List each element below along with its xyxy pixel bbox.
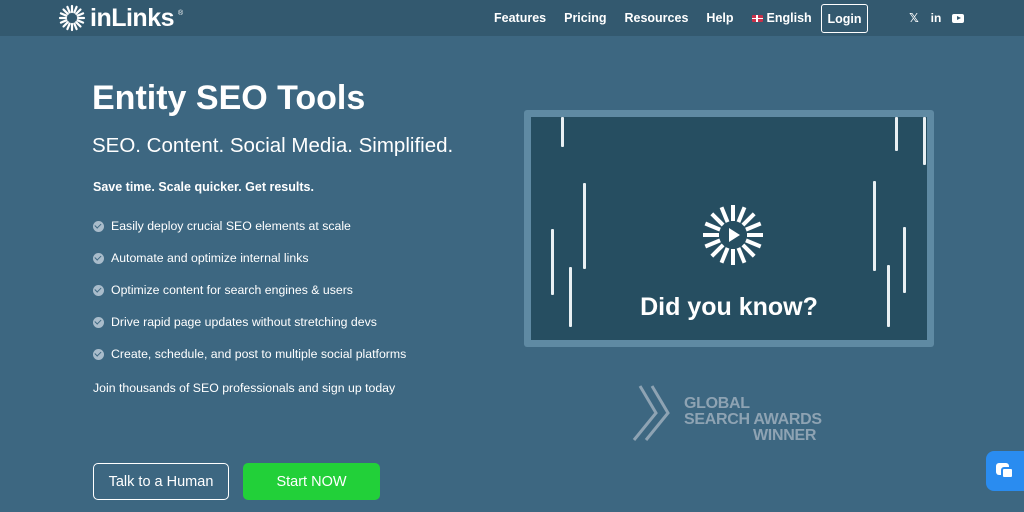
start-now-button[interactable]: Start NOW (243, 463, 380, 500)
nav-links: Features Pricing Resources Help English (494, 0, 830, 36)
chat-bubble-icon (1001, 467, 1014, 479)
video-player[interactable]: Did you know? (531, 117, 927, 340)
youtube-icon[interactable] (952, 12, 964, 24)
linkedin-icon[interactable]: in (930, 11, 942, 25)
list-item: Optimize content for search engines & us… (93, 274, 406, 306)
login-button[interactable]: Login (821, 4, 868, 33)
logo[interactable]: inLinks ® (58, 4, 183, 32)
video-caption: Did you know? (640, 293, 818, 321)
check-circle-icon (93, 348, 104, 360)
award-line-1: GLOBAL (684, 395, 750, 412)
logo-text: inLinks (90, 3, 175, 32)
play-sunburst-icon[interactable] (697, 199, 769, 271)
list-item: Automate and optimize internal links (93, 242, 406, 274)
video-decor-line (873, 181, 876, 271)
list-item: Drive rapid page updates without stretch… (93, 306, 406, 338)
language-selector[interactable]: English (751, 11, 812, 25)
check-circle-icon (93, 252, 104, 264)
video-decor-line (551, 229, 554, 295)
award-line-2: SEARCH AWARDS (684, 411, 822, 428)
page: inLinks ® Features Pricing Resources Hel… (0, 0, 1024, 512)
hero-title: Entity SEO Tools (92, 79, 366, 117)
talk-to-human-button[interactable]: Talk to a Human (93, 463, 229, 500)
hero-tagline: Save time. Scale quicker. Get results. (93, 180, 314, 194)
video-decor-line (561, 117, 564, 147)
video-decor-line (583, 183, 586, 269)
feature-text: Drive rapid page updates without stretch… (111, 315, 377, 329)
uk-flag-icon (751, 14, 763, 22)
global-search-awards-badge: GLOBAL SEARCH AWARDS WINNER (632, 384, 832, 446)
video-decor-line (895, 117, 898, 151)
list-item: Create, schedule, and post to multiple s… (93, 338, 406, 370)
feature-list: Easily deploy crucial SEO elements at sc… (93, 210, 406, 370)
logo-registered-mark: ® (178, 10, 184, 17)
language-label: English (766, 11, 812, 25)
logo-sunburst-icon (58, 4, 86, 32)
award-chevron-icon (632, 385, 670, 441)
video-decor-line (903, 227, 906, 293)
nav-link-resources[interactable]: Resources (624, 11, 688, 25)
x-icon[interactable]: 𝕏 (908, 11, 920, 25)
check-circle-icon (93, 284, 104, 296)
feature-text: Optimize content for search engines & us… (111, 283, 353, 297)
check-circle-icon (93, 220, 104, 232)
feature-text: Automate and optimize internal links (111, 251, 309, 265)
nav-link-pricing[interactable]: Pricing (564, 11, 606, 25)
feature-text: Create, schedule, and post to multiple s… (111, 347, 407, 361)
award-line-3: WINNER (753, 427, 817, 444)
social-links: 𝕏 in (908, 0, 964, 36)
list-item: Easily deploy crucial SEO elements at sc… (93, 210, 406, 242)
check-circle-icon (93, 316, 104, 328)
feature-text: Easily deploy crucial SEO elements at sc… (111, 219, 351, 233)
join-text: Join thousands of SEO professionals and … (93, 381, 396, 395)
nav-link-features[interactable]: Features (494, 11, 546, 25)
hero-subtitle: SEO. Content. Social Media. Simplified. (92, 134, 454, 157)
video-frame: Did you know? (524, 110, 934, 347)
chat-widget-button[interactable] (986, 451, 1024, 491)
video-decor-line (923, 117, 926, 165)
top-nav: inLinks ® Features Pricing Resources Hel… (0, 0, 1024, 36)
nav-link-help[interactable]: Help (706, 11, 733, 25)
